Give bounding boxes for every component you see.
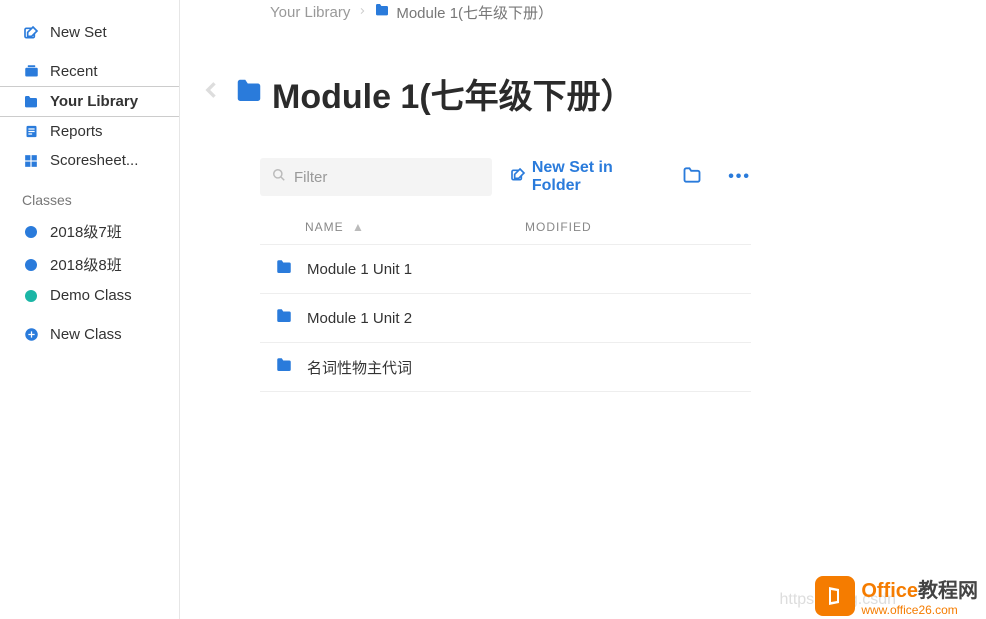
- new-class-label: New Class: [50, 326, 122, 343]
- new-set-icon: [510, 167, 526, 188]
- sidebar-label: Recent: [50, 63, 98, 80]
- table-row[interactable]: 名词性物主代词: [260, 343, 751, 392]
- table-header: NAME ▲ MODIFIED: [260, 214, 751, 245]
- new-set-label: New Set: [50, 24, 107, 41]
- sidebar-item-scoresheet[interactable]: Scoresheet...: [0, 146, 179, 175]
- page-title: Module 1(七年级下册）: [272, 69, 635, 118]
- class-item[interactable]: 2018级8班: [0, 248, 179, 281]
- sidebar-item-reports[interactable]: Reports: [0, 117, 179, 146]
- back-icon[interactable]: [202, 75, 222, 113]
- column-modified[interactable]: MODIFIED: [525, 220, 592, 234]
- new-set-in-folder-label: New Set in Folder: [532, 159, 660, 195]
- class-dot-icon: [22, 226, 40, 238]
- breadcrumb-root[interactable]: Your Library: [270, 4, 350, 21]
- table-row[interactable]: Module 1 Unit 2: [260, 294, 751, 343]
- table-row[interactable]: Module 1 Unit 1: [260, 245, 751, 294]
- class-item[interactable]: Demo Class: [0, 281, 179, 310]
- class-name: 2018级7班: [50, 221, 122, 242]
- new-class-button[interactable]: New Class: [0, 320, 179, 349]
- brand-badge-icon: [815, 576, 855, 616]
- folder-icon: [234, 76, 264, 111]
- main-area: Your Library Module 1(七年级下册） Module 1(七年…: [180, 0, 771, 619]
- new-set-icon: [22, 25, 40, 41]
- class-name: Demo Class: [50, 287, 132, 304]
- chevron-right-icon: [358, 4, 366, 21]
- folder-icon: [22, 94, 40, 110]
- grid-icon: [22, 154, 40, 168]
- folder-icon: [374, 2, 390, 22]
- sidebar-label: Reports: [50, 123, 103, 140]
- sidebar-item-recent[interactable]: Recent: [0, 57, 179, 86]
- class-item[interactable]: 2018级7班: [0, 215, 179, 248]
- class-name: 2018级8班: [50, 254, 122, 275]
- column-name[interactable]: NAME ▲: [305, 220, 525, 234]
- toolbar: New Set in Folder •••: [260, 158, 751, 196]
- folder-icon: [275, 307, 293, 329]
- folder-icon: [275, 356, 293, 378]
- sidebar-label: Your Library: [50, 93, 138, 110]
- sort-asc-icon: ▲: [352, 220, 365, 234]
- title-row: Module 1(七年级下册）: [230, 69, 751, 118]
- row-name: 名词性物主代词: [307, 357, 412, 378]
- sidebar: New Set Recent Your Library Reports Scor…: [0, 0, 180, 619]
- sidebar-item-library[interactable]: Your Library: [0, 86, 179, 117]
- sidebar-label: Scoresheet...: [50, 152, 138, 169]
- breadcrumb: Your Library Module 1(七年级下册）: [270, 0, 751, 24]
- reports-icon: [22, 124, 40, 139]
- folder-table: NAME ▲ MODIFIED Module 1 Unit 1 Module 1…: [260, 214, 751, 392]
- folder-icon: [275, 258, 293, 280]
- recent-icon: [22, 64, 40, 79]
- classes-heading: Classes: [0, 185, 179, 215]
- filter-box[interactable]: [260, 158, 492, 196]
- plus-circle-icon: [22, 327, 40, 342]
- row-name: Module 1 Unit 2: [307, 310, 412, 327]
- new-set-button[interactable]: New Set: [0, 18, 179, 47]
- new-set-in-folder-button[interactable]: New Set in Folder: [510, 159, 660, 195]
- class-dot-icon: [22, 290, 40, 302]
- watermark-brand: Office教程网 www.office26.com: [815, 574, 978, 617]
- breadcrumb-current[interactable]: Module 1(七年级下册）: [396, 2, 553, 23]
- filter-input[interactable]: [294, 169, 480, 186]
- row-name: Module 1 Unit 1: [307, 261, 412, 278]
- more-menu-icon[interactable]: •••: [728, 168, 751, 186]
- class-dot-icon: [22, 259, 40, 271]
- search-icon: [272, 168, 286, 187]
- new-folder-button[interactable]: [682, 165, 702, 190]
